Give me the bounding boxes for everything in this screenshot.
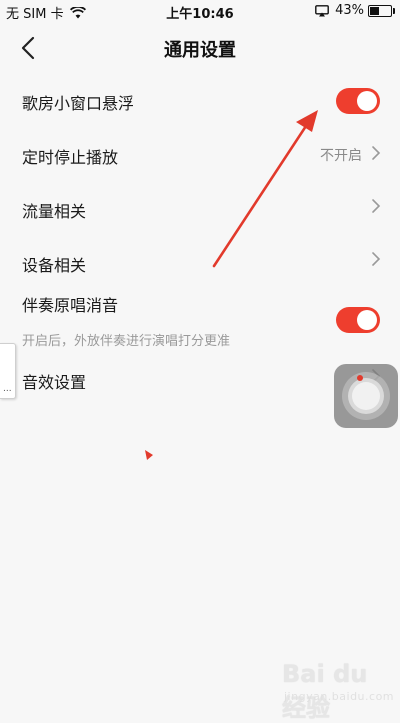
chevron-right-icon — [372, 199, 381, 213]
battery-percent: 43% — [335, 3, 364, 18]
status-right: 43% — [315, 3, 395, 18]
vocal-removal-label: 伴奏原唱消音 — [22, 296, 119, 315]
float-window-toggle[interactable] — [336, 88, 380, 114]
timer-stop-label: 定时停止播放 — [22, 148, 119, 167]
battery-fill — [370, 6, 379, 15]
traffic-label: 流量相关 — [22, 202, 87, 221]
side-tab-text: ... — [3, 384, 12, 394]
page-title: 通用设置 — [164, 40, 236, 61]
setting-row-traffic[interactable]: 流量相关 — [0, 186, 400, 232]
assistive-touch-button[interactable] — [334, 364, 398, 428]
setting-row-device[interactable]: 设备相关 — [0, 240, 400, 286]
battery-icon — [368, 4, 395, 17]
timer-stop-value: 不开启 — [320, 148, 362, 164]
vocal-removal-description: 开启后，外放伴奏进行演唱打分更准 — [22, 334, 231, 349]
setting-row-float-window[interactable]: 歌房小窗口悬浮 — [0, 78, 400, 124]
floating-side-tab[interactable]: ... — [0, 343, 16, 399]
nav-bar: 通用设置 — [0, 24, 400, 72]
screen-mirroring-icon — [315, 4, 329, 16]
status-bar: 无 SIM 卡 上午10:46 43% — [0, 0, 400, 24]
chevron-right-icon — [372, 146, 381, 160]
sound-effect-label: 音效设置 — [22, 373, 87, 392]
assistive-touch-ring-inner — [352, 382, 380, 410]
setting-row-timer-stop[interactable]: 定时停止播放 不开启 — [0, 132, 400, 178]
device-label: 设备相关 — [22, 256, 87, 275]
float-window-label: 歌房小窗口悬浮 — [22, 94, 135, 113]
annotation-dot — [357, 375, 363, 381]
watermark-url: jingyan.baidu.com — [284, 690, 395, 703]
vocal-removal-toggle[interactable] — [336, 307, 380, 333]
chevron-right-icon — [372, 252, 381, 266]
setting-row-vocal-removal[interactable]: 伴奏原唱消音 开启后，外放伴奏进行演唱打分更准 — [0, 290, 400, 356]
baidu-watermark: Bai du 经验 jingyan.baidu.com — [282, 660, 398, 722]
